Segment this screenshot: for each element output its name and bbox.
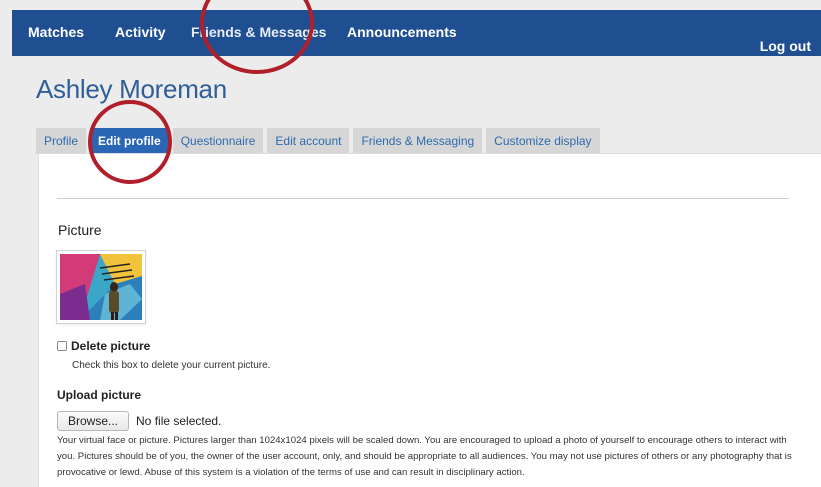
profile-picture-thumbnail: [56, 250, 146, 324]
profile-tabs: Profile Edit profile Questionnaire Edit …: [36, 128, 600, 154]
tab-friends-messaging[interactable]: Friends & Messaging: [353, 128, 483, 154]
nav-activity[interactable]: Activity: [115, 24, 166, 40]
divider: [57, 198, 789, 199]
file-status-text: No file selected.: [136, 414, 222, 428]
delete-picture-help: Check this box to delete your current pi…: [72, 360, 271, 371]
page-title: Ashley Moreman: [36, 74, 227, 104]
top-navigation-bar: Matches Activity Friends & Messages Anno…: [12, 10, 821, 56]
nav-matches[interactable]: Matches: [28, 24, 84, 40]
tab-questionnaire[interactable]: Questionnaire: [172, 128, 264, 154]
edit-profile-panel: Picture Delete picture Check this box to…: [38, 153, 821, 487]
picture-section-label: Picture: [58, 222, 102, 238]
file-input: Browse... No file selected.: [57, 411, 221, 431]
delete-picture-checkbox[interactable]: [57, 341, 67, 351]
profile-photo-image: [60, 254, 142, 320]
tab-profile[interactable]: Profile: [36, 128, 87, 154]
nav-friends-messages[interactable]: Friends & Messages: [191, 24, 326, 40]
upload-description: Your virtual face or picture. Pictures l…: [57, 435, 792, 478]
logout-link[interactable]: Log out: [760, 38, 811, 54]
upload-picture-label: Upload picture: [57, 388, 142, 402]
tab-edit-account[interactable]: Edit account: [267, 128, 350, 154]
tab-edit-profile[interactable]: Edit profile: [90, 128, 169, 154]
tab-customize-display[interactable]: Customize display: [486, 128, 600, 154]
delete-picture-label[interactable]: Delete picture: [71, 339, 150, 353]
delete-picture-row: Delete picture: [57, 339, 150, 353]
nav-announcements[interactable]: Announcements: [347, 24, 457, 40]
browse-button[interactable]: Browse...: [57, 411, 130, 431]
